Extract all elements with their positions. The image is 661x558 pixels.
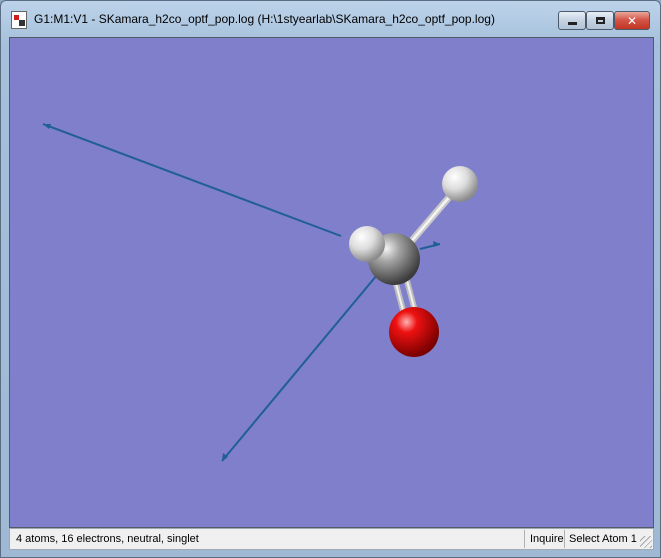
window-title: G1:M1:V1 - SKamara_h2co_optf_pop.log (H:… <box>34 12 495 26</box>
main-window: G1:M1:V1 - SKamara_h2co_optf_pop.log (H:… <box>0 0 661 558</box>
molecule-canvas[interactable] <box>10 38 653 527</box>
status-bar: 4 atoms, 16 electrons, neutral, singlet … <box>9 528 654 550</box>
select-atom-indicator: Select Atom 1 <box>564 530 638 548</box>
vector-h-left-arrowhead <box>43 124 51 129</box>
gaussview-app-icon[interactable] <box>11 11 27 29</box>
minimize-icon <box>567 22 577 25</box>
close-icon: ✕ <box>626 13 638 28</box>
molecule-info-text: 4 atoms, 16 electrons, neutral, singlet <box>16 533 199 545</box>
vibration-vectors <box>42 123 441 462</box>
title-bar[interactable]: G1:M1:V1 - SKamara_h2co_optf_pop.log (H:… <box>1 1 660 37</box>
minimize-button[interactable] <box>558 11 586 30</box>
resize-grip[interactable] <box>640 536 652 548</box>
atom-hydrogen-top[interactable] <box>442 166 478 202</box>
vector-h-left <box>42 123 342 237</box>
maximize-button[interactable] <box>586 11 614 30</box>
atom-oxygen[interactable] <box>389 307 439 357</box>
vector-c-down <box>221 274 378 462</box>
atom-hydrogen-front[interactable] <box>349 226 385 262</box>
atoms[interactable] <box>349 166 478 357</box>
close-button[interactable]: ✕ <box>614 11 650 30</box>
molecule-viewport[interactable] <box>9 37 654 528</box>
vector-c-right-arrowhead <box>433 241 440 247</box>
maximize-icon <box>595 17 605 24</box>
mode-indicator: Inquire <box>524 530 564 548</box>
